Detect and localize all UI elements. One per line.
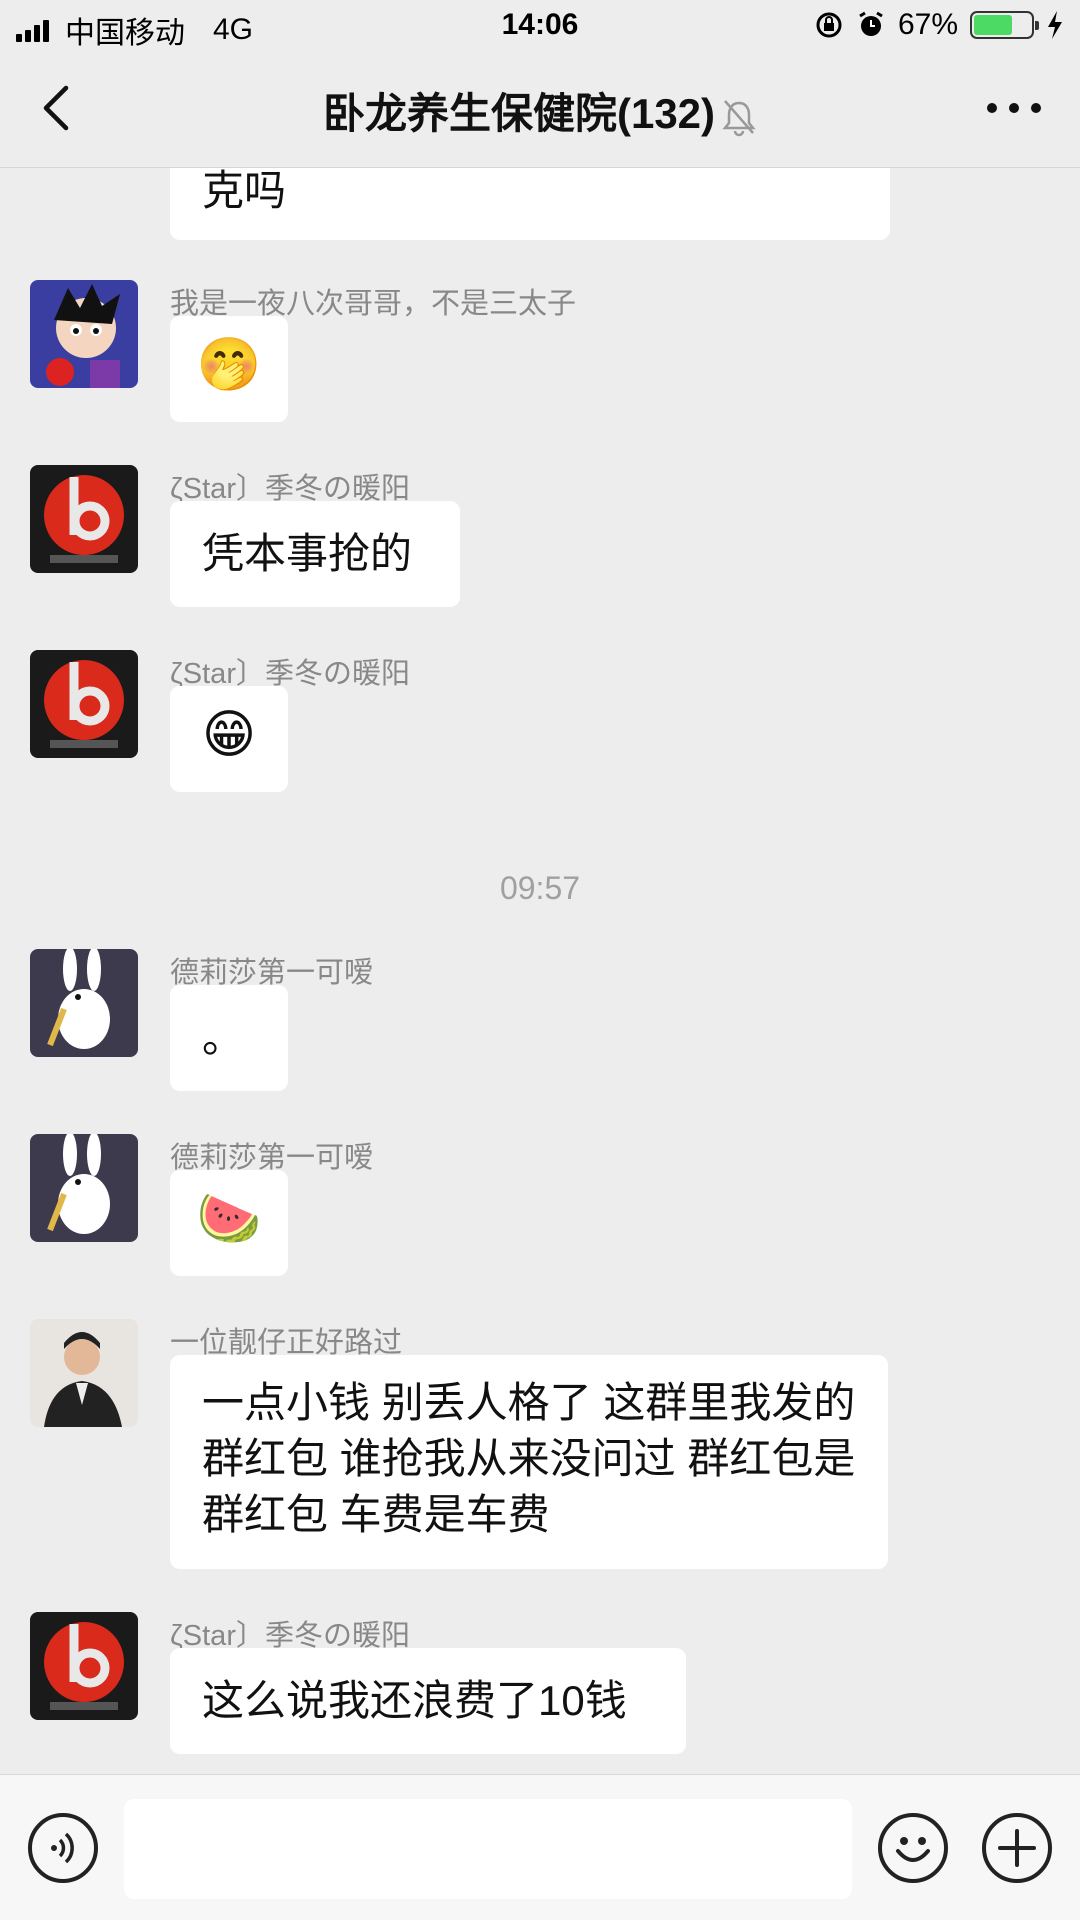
message-bubble[interactable]: 凭本事抢的 (170, 501, 460, 607)
voice-button[interactable] (28, 1813, 98, 1883)
emoji-bubble[interactable]: 🤭 (170, 316, 288, 422)
chat-messages: 克吗 我是一夜八次哥哥，不是三太子 🤭 ζStar〕季冬の暖阳 凭本事抢的 ζS… (0, 168, 1080, 1774)
emoji-bubble[interactable]: 🍉 (170, 1170, 288, 1276)
nav-bar: 卧龙养生保健院(132) (0, 52, 1080, 168)
battery-fill (974, 15, 1012, 35)
more-functions-button[interactable] (982, 1813, 1052, 1883)
avatar[interactable] (30, 465, 138, 573)
time-divider: 09:57 (499, 870, 581, 906)
page-title: 卧龙养生保健院(132) (0, 80, 1080, 141)
input-bar (0, 1774, 1080, 1920)
avatar[interactable] (30, 1134, 138, 1242)
emoji-icon (896, 1837, 930, 1862)
voice-icon (51, 1832, 74, 1864)
avatar[interactable] (30, 280, 138, 388)
message-bubble[interactable]: 一点小钱 别丢人格了 这群里我发的群红包 谁抢我从来没问过 群红包是群红包 车费… (170, 1355, 888, 1569)
message-input[interactable] (124, 1799, 852, 1899)
plus-icon (998, 1829, 1036, 1867)
chat-title: 卧龙养生保健院(132) (322, 90, 716, 137)
emoji-bubble[interactable]: 😁 (170, 686, 288, 792)
more-icon[interactable] (984, 96, 1044, 120)
message-bubble[interactable]: 这么说我还浪费了10钱 (170, 1648, 686, 1754)
charging-icon (1048, 11, 1062, 39)
avatar[interactable] (30, 1319, 138, 1427)
emoji-button[interactable] (878, 1813, 948, 1883)
message-bubble[interactable]: 。 (170, 985, 288, 1091)
avatar[interactable] (30, 1612, 138, 1720)
battery-percent: 67% (897, 8, 958, 41)
alarm-icon (859, 11, 883, 36)
message-bubble[interactable]: 克吗 (170, 168, 890, 240)
avatar[interactable] (30, 650, 138, 758)
status-bar: 中国移动 4G 14:06 67% (0, 0, 1080, 52)
avatar[interactable] (30, 949, 138, 1057)
battery-icon (970, 11, 1039, 39)
mute-bell-icon (722, 100, 756, 137)
rotation-lock-icon (816, 12, 842, 38)
status-right: 67% (814, 8, 1064, 42)
